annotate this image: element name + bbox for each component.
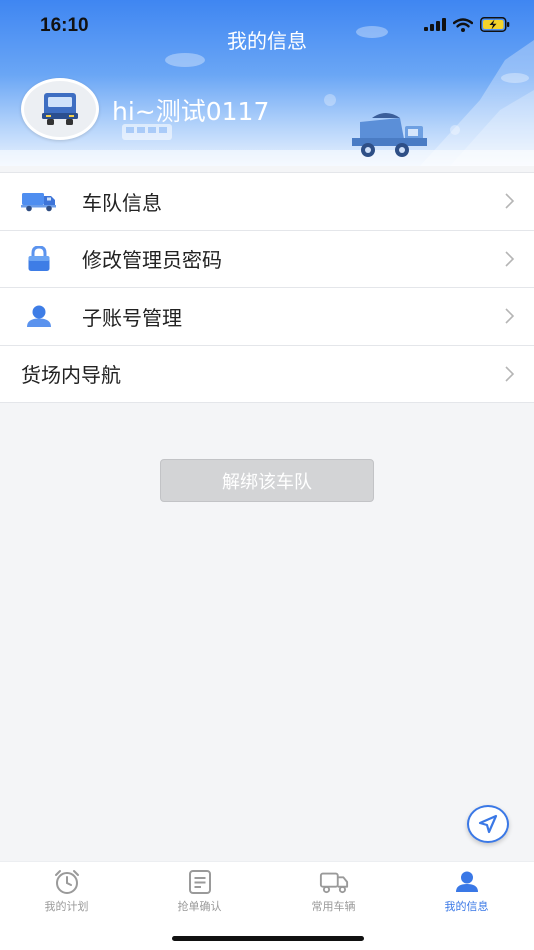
lock-icon	[20, 244, 58, 274]
settings-menu: 车队信息 修改管理员密码 子账号管理 货场内导航	[0, 172, 534, 403]
menu-item-change-admin-password[interactable]: 修改管理员密码	[0, 231, 534, 288]
menu-item-label: 子账号管理	[82, 305, 182, 330]
menu-item-label: 车队信息	[82, 190, 162, 215]
menu-item-label: 货场内导航	[21, 363, 121, 388]
page-title: 我的信息	[227, 29, 307, 53]
tab-label: 我的计划	[44, 900, 89, 913]
tab-my-info[interactable]: 我的信息	[400, 868, 533, 918]
navigation-arrow-icon	[478, 814, 498, 834]
document-icon	[185, 868, 215, 896]
menu-item-fleet-info[interactable]: 车队信息	[0, 173, 534, 231]
tab-my-plans[interactable]: 我的计划	[0, 868, 133, 918]
chevron-right-icon	[505, 308, 515, 324]
menu-item-yard-navigation[interactable]: 货场内导航	[0, 346, 534, 403]
person-icon	[452, 868, 482, 896]
truck-outline-icon	[319, 868, 349, 896]
unbind-fleet-button[interactable]: 解绑该车队	[160, 459, 374, 502]
username: hi~测试0117	[112, 97, 270, 126]
avatar[interactable]	[21, 78, 99, 140]
tab-label: 抢单确认	[177, 900, 222, 913]
chevron-right-icon	[505, 366, 515, 382]
alarm-clock-icon	[52, 868, 82, 896]
tab-label: 我的信息	[444, 900, 489, 913]
chevron-right-icon	[505, 251, 515, 267]
user-icon	[20, 301, 58, 331]
navigation-fab[interactable]	[467, 805, 509, 843]
truck-avatar-icon	[42, 93, 78, 125]
truck-icon	[20, 186, 58, 216]
home-indicator[interactable]	[172, 936, 364, 941]
profile-header: 16:10 我的信息 hi~测试0117	[0, 0, 534, 166]
menu-item-sub-accounts[interactable]: 子账号管理	[0, 288, 534, 346]
tab-label: 常用车辆	[311, 900, 356, 913]
menu-item-label: 修改管理员密码	[82, 248, 222, 273]
tab-common-vehicles[interactable]: 常用车辆	[267, 868, 400, 918]
chevron-right-icon	[505, 193, 515, 209]
tab-order-confirm[interactable]: 抢单确认	[133, 868, 266, 918]
